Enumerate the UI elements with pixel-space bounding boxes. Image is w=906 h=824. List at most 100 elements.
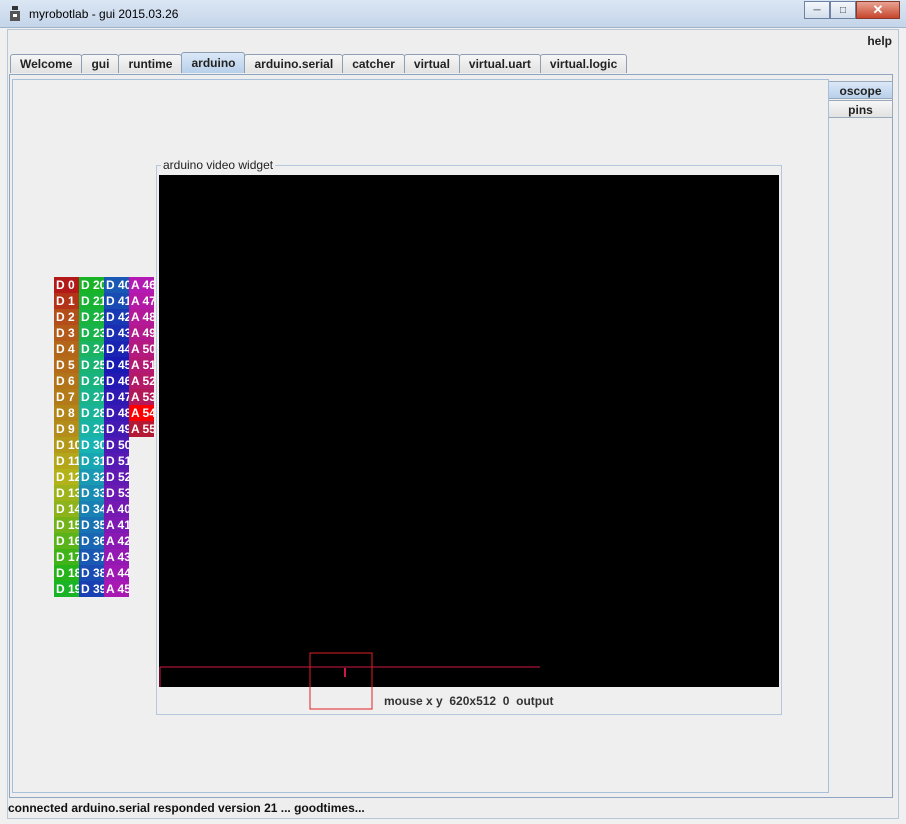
pin-a43[interactable]: A 43 [104, 549, 129, 565]
pin-d0[interactable]: D 0 [54, 277, 79, 293]
pin-a46[interactable]: A 46 [129, 277, 154, 293]
pin-d50[interactable]: D 50 [104, 437, 129, 453]
side-tab-bar: oscope pins [829, 81, 893, 119]
pin-column-a46: A 46 A 47 A 48 A 49 A 50 A 51 A 52 A 53 A 54 A 55 [129, 277, 154, 437]
pin-d49[interactable]: D 49 [104, 421, 129, 437]
pin-d34[interactable]: D 34 [79, 501, 104, 517]
tab-virtual-logic[interactable]: virtual.logic [539, 54, 628, 73]
pin-d12[interactable]: D 12 [54, 469, 79, 485]
help-menu[interactable]: help [867, 34, 892, 48]
pin-d45[interactable]: D 45 [104, 357, 129, 373]
tab-arduino[interactable]: arduino [181, 52, 246, 73]
pin-a48[interactable]: A 48 [129, 309, 154, 325]
pin-d39[interactable]: D 39 [79, 581, 104, 597]
pin-d8[interactable]: D 8 [54, 405, 79, 421]
pin-a41[interactable]: A 41 [104, 517, 129, 533]
pin-a42[interactable]: A 42 [104, 533, 129, 549]
pin-d33[interactable]: D 33 [79, 485, 104, 501]
pin-a40[interactable]: A 40 [104, 501, 129, 517]
tab-runtime[interactable]: runtime [118, 54, 183, 73]
output-label: output [516, 694, 554, 708]
pin-column-d40: D 40 D 41 D 42 D 43 D 44 D 45 D 46 D 47 D 48 D 49… [104, 277, 129, 597]
pin-a55[interactable]: A 55 [129, 421, 154, 437]
pin-d36[interactable]: D 36 [79, 533, 104, 549]
pin-d48[interactable]: D 48 [104, 405, 129, 421]
pin-d28[interactable]: D 28 [79, 405, 104, 421]
pin-d16[interactable]: D 16 [54, 533, 79, 549]
pin-d23[interactable]: D 23 [79, 325, 104, 341]
pin-d2[interactable]: D 2 [54, 309, 79, 325]
video-display[interactable] [159, 175, 779, 687]
pin-d4[interactable]: D 4 [54, 341, 79, 357]
pin-a53[interactable]: A 53 [129, 389, 154, 405]
pin-d31[interactable]: D 31 [79, 453, 104, 469]
pin-a52[interactable]: A 52 [129, 373, 154, 389]
pin-d29[interactable]: D 29 [79, 421, 104, 437]
pin-a49[interactable]: A 49 [129, 325, 154, 341]
pin-d47[interactable]: D 47 [104, 389, 129, 405]
pin-d40[interactable]: D 40 [104, 277, 129, 293]
pin-d14[interactable]: D 14 [54, 501, 79, 517]
close-button[interactable]: ✕ [856, 1, 900, 19]
pin-d44[interactable]: D 44 [104, 341, 129, 357]
pin-d38[interactable]: D 38 [79, 565, 104, 581]
tab-welcome[interactable]: Welcome [10, 54, 83, 73]
pin-d30[interactable]: D 30 [79, 437, 104, 453]
pin-d26[interactable]: D 26 [79, 373, 104, 389]
pin-d6[interactable]: D 6 [54, 373, 79, 389]
pin-d18[interactable]: D 18 [54, 565, 79, 581]
pin-d24[interactable]: D 24 [79, 341, 104, 357]
tab-bar: Welcome gui runtime arduino arduino.serial ca… [10, 52, 628, 74]
pin-d46[interactable]: D 46 [104, 373, 129, 389]
pin-d21[interactable]: D 21 [79, 293, 104, 309]
robot-app-icon [10, 6, 20, 21]
mouse-readout: mouse x y 620x512 0 output [384, 694, 553, 708]
pin-column-d0: D 0D 1D 2D 3D 4D 5D 6D 7D 8D 9D 10 D 11 D … [54, 277, 79, 597]
pin-a47[interactable]: A 47 [129, 293, 154, 309]
pin-d17[interactable]: D 17 [54, 549, 79, 565]
pin-d7[interactable]: D 7 [54, 389, 79, 405]
pin-d15[interactable]: D 15 [54, 517, 79, 533]
pin-d20[interactable]: D 20 [79, 277, 104, 293]
minimize-button[interactable]: ─ [804, 1, 830, 19]
pin-d42[interactable]: D 42 [104, 309, 129, 325]
pin-a50[interactable]: A 50 [129, 341, 154, 357]
pin-d37[interactable]: D 37 [79, 549, 104, 565]
pin-d3[interactable]: D 3 [54, 325, 79, 341]
pin-a54[interactable]: A 54 [129, 405, 154, 421]
pin-column-d20: D 20 D 21 D 22 D 23 D 24 D 25 D 26 D 27 D 28 D 29… [79, 277, 104, 597]
pin-d22[interactable]: D 22 [79, 309, 104, 325]
pin-d41[interactable]: D 41 [104, 293, 129, 309]
mouse-label: mouse x y [384, 694, 443, 708]
pin-d5[interactable]: D 5 [54, 357, 79, 373]
tab-arduino-serial[interactable]: arduino.serial [244, 54, 344, 73]
pin-d10[interactable]: D 10 [54, 437, 79, 453]
pin-d52[interactable]: D 52 [104, 469, 129, 485]
pin-d27[interactable]: D 27 [79, 389, 104, 405]
pin-a51[interactable]: A 51 [129, 357, 154, 373]
video-widget-title: arduino video widget [161, 158, 276, 172]
pin-d32[interactable]: D 32 [79, 469, 104, 485]
pin-d13[interactable]: D 13 [54, 485, 79, 501]
tab-virtual-uart[interactable]: virtual.uart [458, 54, 541, 73]
pin-d19[interactable]: D 19 [54, 581, 79, 597]
pin-d43[interactable]: D 43 [104, 325, 129, 341]
title-bar: myrobotlab - gui 2015.03.26 ─ □ ✕ [0, 0, 906, 28]
frame-index: 0 [502, 694, 510, 708]
pin-d35[interactable]: D 35 [79, 517, 104, 533]
maximize-button[interactable]: □ [830, 1, 856, 19]
tab-virtual[interactable]: virtual [403, 54, 460, 73]
pin-d11[interactable]: D 11 [54, 453, 79, 469]
pin-d25[interactable]: D 25 [79, 357, 104, 373]
pin-a45[interactable]: A 45 [104, 581, 129, 597]
side-tab-oscope[interactable]: oscope [829, 81, 893, 99]
pin-d53[interactable]: D 53 [104, 485, 129, 501]
pin-d9[interactable]: D 9 [54, 421, 79, 437]
pin-a44[interactable]: A 44 [104, 565, 129, 581]
side-tab-pins[interactable]: pins [829, 100, 893, 118]
window-title: myrobotlab - gui 2015.03.26 [29, 7, 179, 21]
tab-gui[interactable]: gui [81, 54, 120, 73]
pin-d51[interactable]: D 51 [104, 453, 129, 469]
tab-catcher[interactable]: catcher [342, 54, 405, 73]
pin-d1[interactable]: D 1 [54, 293, 79, 309]
